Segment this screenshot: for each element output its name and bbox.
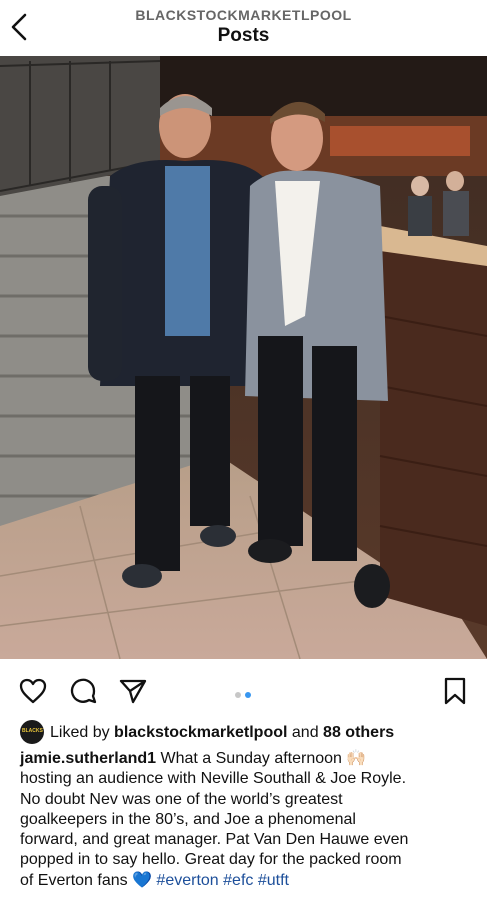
caption-line: forward, and great manager. Pat Van Den … xyxy=(20,831,409,849)
comment-icon[interactable] xyxy=(68,676,98,706)
liker-username[interactable]: blackstockmarketlpool xyxy=(114,724,287,741)
likes-summary: BLACKSTOCK Liked by blackstockmarketlpoo… xyxy=(20,720,480,746)
post-image[interactable] xyxy=(0,56,487,659)
likes-connector: and xyxy=(287,724,324,741)
post-actions xyxy=(0,668,487,714)
likes-prefix: Liked by xyxy=(50,724,115,741)
page-title: Posts xyxy=(217,25,270,46)
caption-line: hosting an audience with Neville Southal… xyxy=(20,770,407,788)
caption-username[interactable]: jamie.sutherland1 xyxy=(20,750,156,767)
caption-line: of Everton fans xyxy=(20,871,133,889)
blue-heart-emoji: 💙 xyxy=(132,871,152,889)
hashtags[interactable]: #everton #efc #utft xyxy=(152,872,289,889)
post-photo xyxy=(0,56,487,659)
liker-avatar[interactable]: BLACKSTOCK xyxy=(20,720,44,744)
post-caption: jamie.sutherland1 What a Sunday afternoo… xyxy=(20,749,475,891)
carousel-indicator xyxy=(233,685,253,703)
caption-line: What a Sunday afternoon 🙌🏻 xyxy=(156,750,367,767)
likes-count[interactable]: 88 others xyxy=(323,724,394,741)
share-icon[interactable] xyxy=(118,676,148,706)
carousel-dot-active xyxy=(245,692,251,698)
heart-icon[interactable] xyxy=(18,676,48,706)
carousel-dot xyxy=(235,692,241,698)
top-bar: BLACKSTOCKMARKETLPOOL Posts xyxy=(0,0,487,56)
account-name[interactable]: BLACKSTOCKMARKETLPOOL xyxy=(0,7,487,23)
caption-line: popped in to say hello. Great day for th… xyxy=(20,851,402,869)
caption-line: goalkeepers in the 80’s, and Joe a pheno… xyxy=(20,810,356,828)
caption-line: No doubt Nev was one of the world’s grea… xyxy=(20,790,343,808)
bookmark-icon[interactable] xyxy=(440,676,470,706)
